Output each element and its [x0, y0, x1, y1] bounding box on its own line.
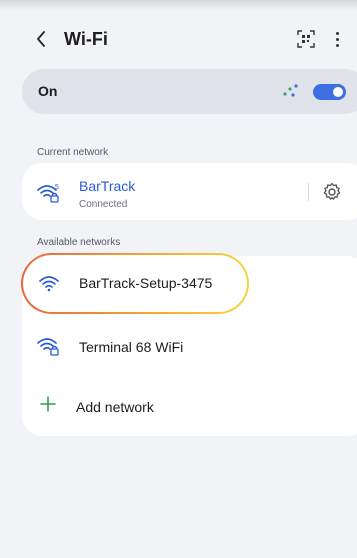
wifi-sparkle-dots-icon: [283, 84, 298, 97]
current-network-label: Current network: [37, 147, 109, 158]
qr-code-scan-icon: [297, 30, 315, 48]
network-item-terminal-68[interactable]: Terminal 68 WiFi: [22, 321, 357, 371]
network-name: Terminal 68 WiFi: [79, 339, 184, 355]
more-vertical-icon: [335, 31, 339, 35]
current-network-card[interactable]: 5 BarTrack Connected: [22, 163, 357, 220]
add-network-label: Add network: [76, 399, 154, 415]
toggle-knob: [333, 87, 343, 97]
wifi-on-label: On: [38, 83, 58, 99]
gear-icon: [323, 182, 341, 200]
wifi-secured-icon: [36, 335, 62, 357]
current-network-name: BarTrack: [79, 178, 136, 194]
wifi-master-toggle-row[interactable]: On: [22, 69, 357, 114]
chevron-left-icon: [37, 31, 45, 47]
plus-icon: [40, 396, 56, 412]
back-button[interactable]: [30, 26, 52, 52]
network-settings-button[interactable]: [321, 181, 343, 203]
wifi-open-icon: [38, 273, 64, 295]
network-name: BarTrack-Setup-3475: [79, 275, 213, 291]
wifi-secured-5ghz-icon: 5: [36, 182, 62, 204]
app-header: Wi-Fi: [0, 22, 357, 58]
divider: [308, 183, 309, 201]
more-options-button[interactable]: [330, 28, 344, 50]
available-networks-label: Available networks: [37, 237, 121, 248]
wifi-toggle-switch[interactable]: [313, 84, 346, 100]
page-title: Wi-Fi: [64, 29, 108, 49]
svg-text:5: 5: [55, 184, 59, 191]
qr-scan-button[interactable]: [296, 29, 316, 49]
add-network-button[interactable]: Add network: [22, 380, 357, 430]
status-bar-shade: [0, 0, 357, 10]
current-network-status: Connected: [79, 199, 128, 210]
highlighted-network-oval[interactable]: BarTrack-Setup-3475: [21, 253, 249, 314]
